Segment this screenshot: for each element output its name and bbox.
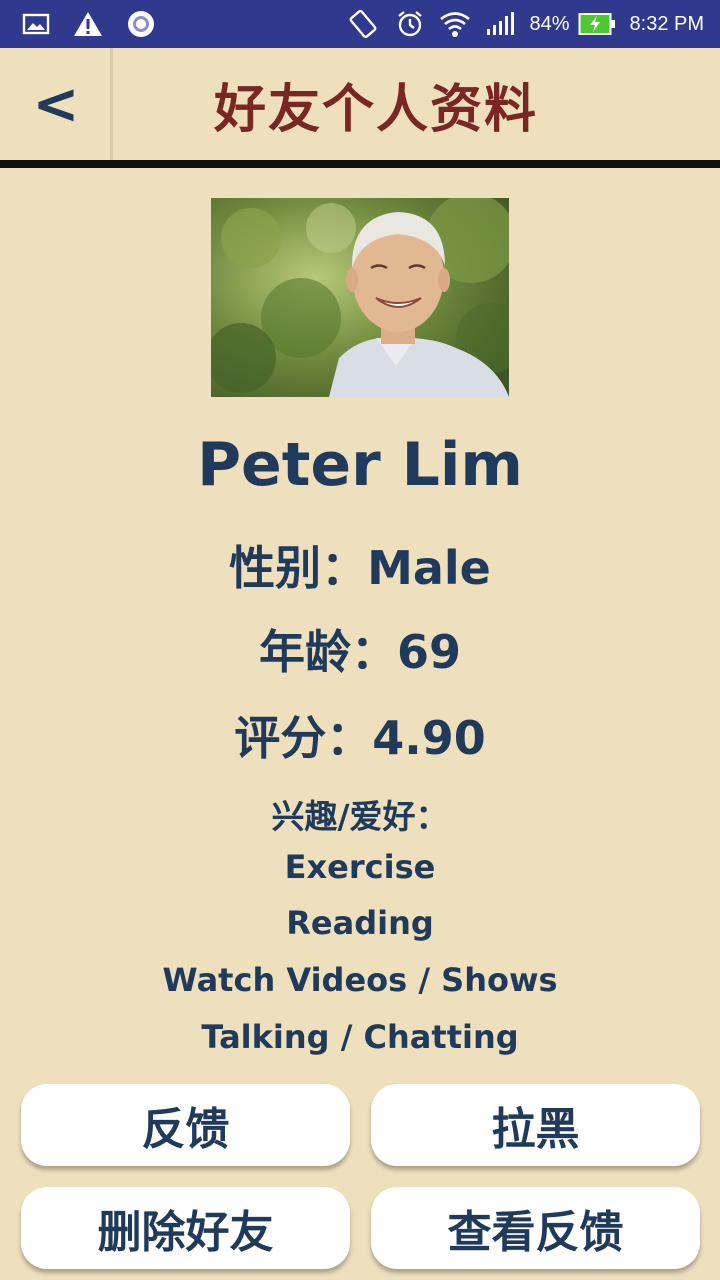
- status-bar: 84% 8:32 PM: [0, 0, 720, 48]
- view-feedback-button[interactable]: 查看反馈: [371, 1187, 700, 1269]
- feedback-button[interactable]: 反馈: [21, 1084, 350, 1166]
- alarm-icon: [395, 9, 425, 39]
- delete-friend-button[interactable]: 删除好友: [21, 1187, 350, 1269]
- wifi-icon: [439, 10, 471, 38]
- app-header: < 好友个人资料: [0, 48, 720, 160]
- signal-icon: [485, 11, 515, 37]
- block-button[interactable]: 拉黑: [371, 1084, 700, 1166]
- hobby-item: Talking / Chatting: [201, 1018, 519, 1056]
- hobby-item: Reading: [286, 904, 434, 942]
- clock-time: 8:32 PM: [629, 12, 704, 35]
- record-icon: [126, 9, 156, 39]
- status-bar-left: [22, 9, 156, 39]
- status-bar-right: 84% 8:32 PM: [347, 9, 704, 39]
- hobby-item: Watch Videos / Shows: [162, 961, 558, 999]
- header-bottom-line: [0, 160, 720, 168]
- rating-field: 评分：4.90: [234, 711, 486, 765]
- hobbies-title: 兴趣/爱好：: [271, 797, 449, 836]
- friend-name: Peter Lim: [197, 430, 523, 500]
- warning-icon: [72, 10, 104, 38]
- hobby-item: Exercise: [284, 848, 436, 886]
- page-title: 好友个人资料: [213, 79, 538, 140]
- gender-field: 性别：Male: [229, 541, 491, 595]
- back-button[interactable]: <: [0, 48, 112, 160]
- battery-percentage: 84%: [529, 12, 570, 35]
- rotate-icon: [347, 9, 381, 39]
- age-field: 年龄：69: [258, 625, 461, 679]
- gallery-icon: [22, 12, 50, 36]
- avatar: [211, 198, 509, 397]
- battery-charging-icon: [578, 12, 616, 36]
